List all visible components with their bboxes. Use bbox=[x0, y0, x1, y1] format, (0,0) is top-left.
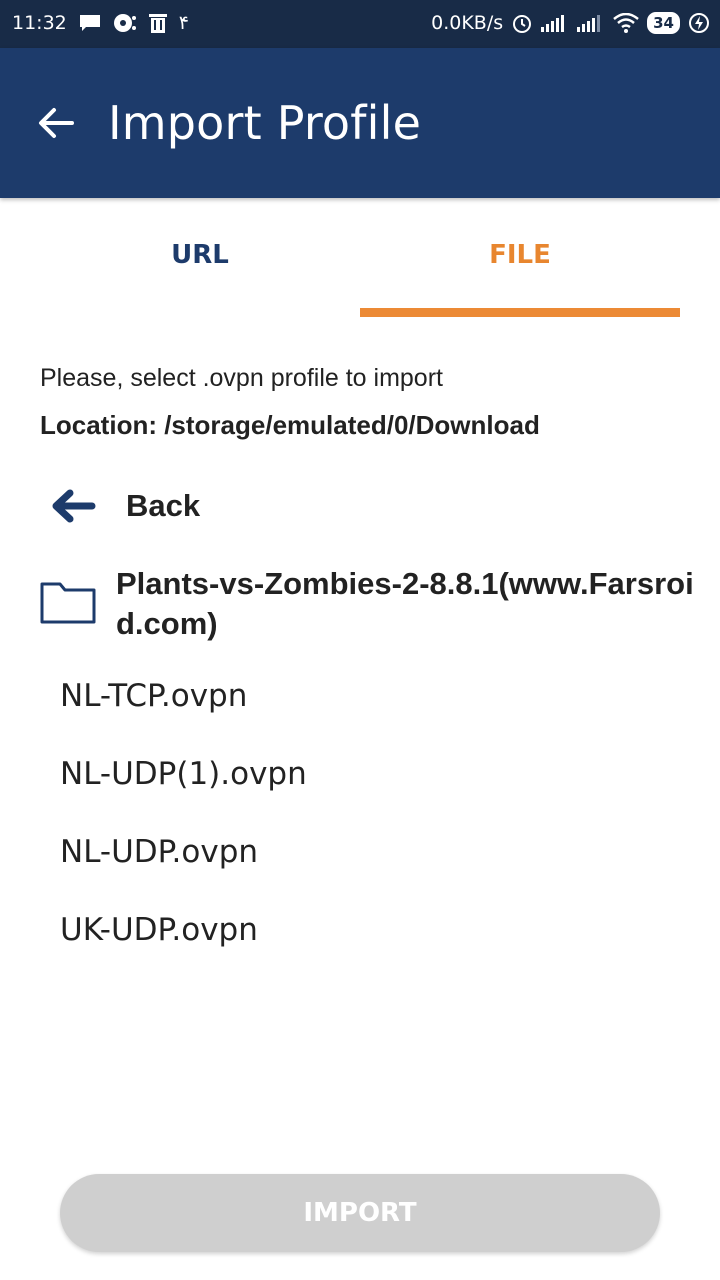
folder-item[interactable]: Plants-vs-Zombies-2-8.8.1(www.Farsroid.c… bbox=[40, 562, 700, 648]
location-path: Location: /storage/emulated/0/Download bbox=[40, 410, 540, 440]
battery-level: 34 bbox=[647, 12, 680, 34]
alarm-icon bbox=[511, 12, 533, 34]
signal-icon bbox=[577, 14, 605, 32]
delete-icon bbox=[148, 13, 167, 33]
file-item[interactable]: NL-UDP(1).ovpn bbox=[60, 756, 307, 792]
file-item[interactable]: UK-UDP.ovpn bbox=[60, 912, 258, 948]
status-bar: 11:32 ۴ 0.0KB/s 34 bbox=[0, 0, 720, 48]
tab-file[interactable]: FILE bbox=[360, 198, 680, 320]
file-item[interactable]: NL-TCP.ovpn bbox=[60, 678, 247, 714]
page-title: Import Profile bbox=[108, 96, 422, 150]
back-row[interactable]: Back bbox=[40, 478, 680, 534]
folder-name: Plants-vs-Zombies-2-8.8.1(www.Farsroid.c… bbox=[116, 566, 694, 641]
tab-indicator bbox=[360, 308, 680, 317]
network-speed: 0.0KB/s bbox=[431, 12, 504, 34]
back-label: Back bbox=[126, 488, 201, 523]
tab-url[interactable]: URL bbox=[40, 198, 360, 320]
tab-bar: URL FILE bbox=[0, 198, 720, 320]
battery-icon: 34 bbox=[647, 12, 680, 34]
folder-icon bbox=[40, 580, 96, 624]
arrow-left-icon[interactable] bbox=[36, 103, 76, 143]
notification-count: ۴ bbox=[178, 12, 189, 34]
signal-icon bbox=[541, 14, 569, 32]
instruction-text: Please, select .ovpn profile to import bbox=[40, 364, 443, 392]
file-item[interactable]: NL-UDP.ovpn bbox=[60, 834, 258, 870]
import-button[interactable]: IMPORT bbox=[60, 1174, 660, 1252]
message-icon bbox=[79, 14, 101, 32]
media-icon bbox=[113, 13, 137, 33]
arrow-left-icon bbox=[48, 488, 96, 524]
app-bar: Import Profile bbox=[0, 48, 720, 198]
status-time: 11:32 bbox=[12, 12, 67, 34]
wifi-icon bbox=[613, 13, 639, 33]
charging-icon bbox=[688, 12, 710, 34]
